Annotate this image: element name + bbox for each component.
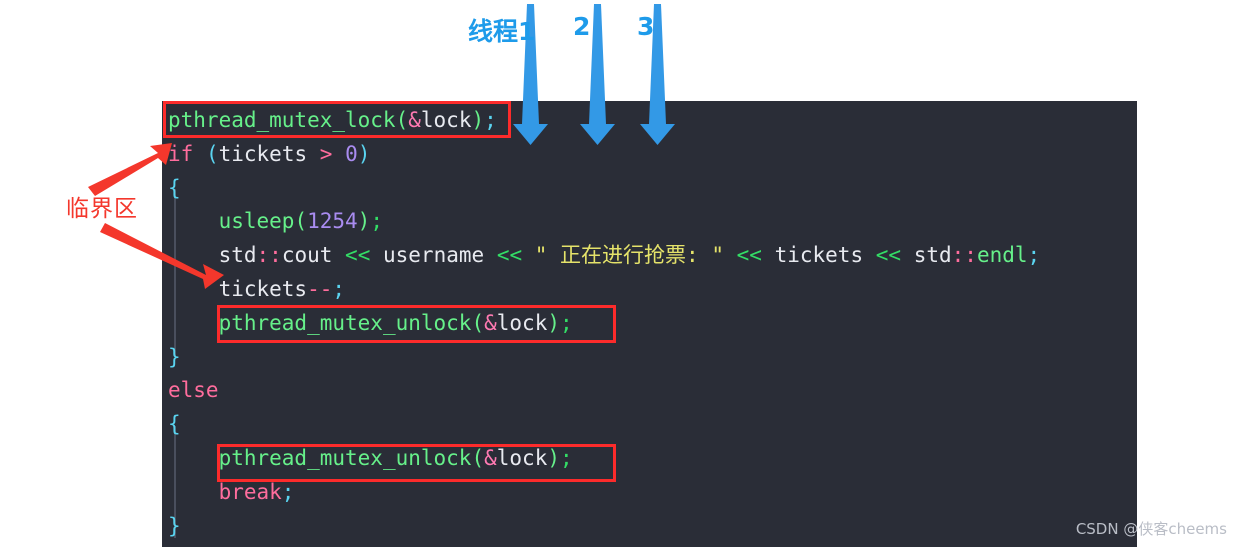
token-brace-close: } xyxy=(168,344,181,369)
token-ampersand: & xyxy=(484,445,497,470)
token-semicolon: ; xyxy=(370,209,383,234)
token-decrement: -- xyxy=(307,276,333,301)
thread-label-3: 3 xyxy=(637,12,655,41)
code-line-7: pthread_mutex_unlock(&lock); xyxy=(168,307,1040,341)
code-line-5: std::cout << username << " 正在进行抢票: " << … xyxy=(168,239,1041,273)
token-paren-open: ( xyxy=(471,445,485,470)
token-semicolon: ; xyxy=(332,276,346,301)
token-brace-open: { xyxy=(168,175,181,200)
token-scope-resolution: :: xyxy=(951,243,977,268)
token-shift-operator: << xyxy=(496,243,523,268)
token-semicolon: ; xyxy=(560,310,573,335)
token-fn-unlock: pthread_mutex_unlock xyxy=(218,445,472,470)
token-fn-usleep: usleep xyxy=(218,209,295,234)
token-ampersand: & xyxy=(408,108,421,132)
token-paren-open: ( xyxy=(395,108,409,132)
code-text: pthread_mutex_lock(&lock); if (tickets > … xyxy=(168,104,1040,543)
token-string-literal: " 正在进行抢票: " xyxy=(534,243,724,268)
token-fn-lock: pthread_mutex_lock xyxy=(168,108,396,132)
code-line-6: tickets--; xyxy=(168,273,1040,307)
token-var-tickets: tickets xyxy=(774,243,864,268)
token-paren-open: ( xyxy=(205,141,219,166)
token-paren-close: ) xyxy=(471,108,485,132)
token-var-lock: lock xyxy=(496,310,548,335)
token-paren-close: ) xyxy=(547,310,560,335)
token-var-lock: lock xyxy=(496,445,548,470)
token-paren-close: ) xyxy=(357,209,371,234)
token-number-1254: 1254 xyxy=(307,209,358,234)
critical-section-label: 临界区 xyxy=(66,196,138,222)
code-editor-panel: pthread_mutex_lock(&lock); if (tickets > … xyxy=(162,101,1137,547)
token-brace-close: } xyxy=(168,513,181,538)
token-var-username: username xyxy=(383,243,485,268)
token-paren-open: ( xyxy=(471,310,485,335)
token-semicolon: ; xyxy=(560,445,573,470)
code-line-8: } xyxy=(168,341,1040,375)
token-scope-resolution: :: xyxy=(256,243,282,268)
code-line-12: break; xyxy=(168,476,1040,510)
code-line-1: pthread_mutex_lock(&lock); xyxy=(168,104,1040,138)
token-shift-operator: << xyxy=(736,243,762,268)
code-line-3: { xyxy=(168,172,1040,206)
token-keyword-break: break xyxy=(218,479,282,504)
code-line-4: usleep(1254); xyxy=(168,205,1040,239)
code-line-11: pthread_mutex_unlock(&lock); xyxy=(168,442,1040,476)
code-line-9: else xyxy=(168,374,1040,408)
token-shift-operator: << xyxy=(345,243,371,268)
token-paren-close: ) xyxy=(357,141,371,166)
token-endl: endl xyxy=(976,243,1028,268)
token-ns-std: std xyxy=(913,243,952,268)
token-number-zero: 0 xyxy=(345,141,358,166)
token-paren-open: ( xyxy=(294,209,308,234)
thread-label-2: 2 xyxy=(573,12,591,41)
token-var-lock: lock xyxy=(420,108,472,132)
token-semicolon: ; xyxy=(281,479,295,504)
code-line-2: if (tickets > 0) xyxy=(168,138,1040,172)
token-semicolon: ; xyxy=(484,108,497,132)
code-line-13: } xyxy=(168,510,1040,544)
token-cout: cout xyxy=(281,243,333,268)
token-keyword-if: if xyxy=(168,141,194,166)
code-line-10: { xyxy=(168,408,1040,442)
token-fn-unlock: pthread_mutex_unlock xyxy=(218,310,472,335)
token-brace-open: { xyxy=(168,412,181,437)
token-var-tickets: tickets xyxy=(218,276,308,301)
watermark-text: CSDN @侠客cheems xyxy=(1075,520,1227,538)
token-semicolon: ; xyxy=(1027,243,1041,268)
token-var-tickets: tickets xyxy=(218,141,308,166)
token-keyword-else: else xyxy=(168,378,219,403)
token-ns-std: std xyxy=(218,243,257,268)
thread-label-1: 线程1 xyxy=(468,17,536,46)
token-operator-gt: > xyxy=(319,141,333,166)
token-ampersand: & xyxy=(484,310,497,335)
token-paren-close: ) xyxy=(547,445,560,470)
token-shift-operator: << xyxy=(875,243,902,268)
